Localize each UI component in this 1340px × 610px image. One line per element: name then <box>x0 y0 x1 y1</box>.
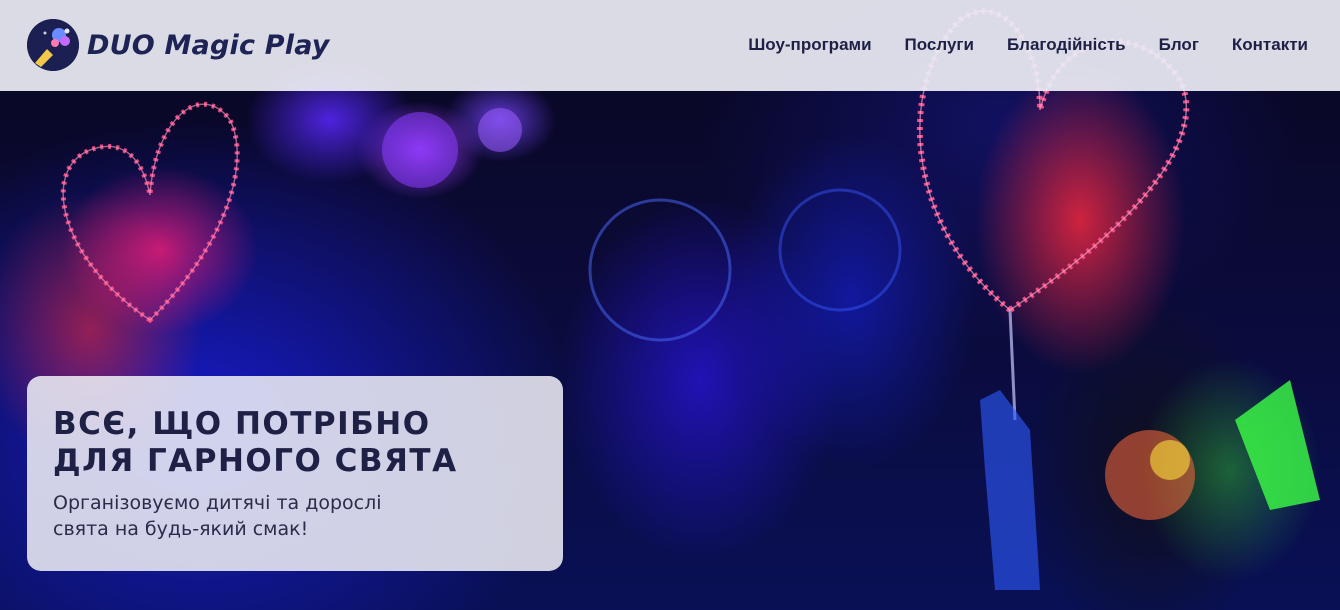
nav-item-services[interactable]: Послуги <box>905 35 974 55</box>
hero-card: ВСЄ, ЩО ПОТРІБНО ДЛЯ ГАРНОГО СВЯТА Орган… <box>27 376 563 571</box>
site-header: DUO Magic Play Шоу-програми Послуги Благ… <box>0 0 1340 91</box>
main-nav: Шоу-програми Послуги Благодійність Блог … <box>748 35 1308 55</box>
hero-title-line2: ДЛЯ ГАРНОГО СВЯТА <box>53 443 458 479</box>
hero-subtitle: Організовуємо дитячі та дорослі свята на… <box>53 490 473 542</box>
brand-name: DUO Magic Play <box>87 29 330 61</box>
hero-title-line1: ВСЄ, ЩО ПОТРІБНО <box>53 406 431 442</box>
nav-item-contacts[interactable]: Контакти <box>1232 35 1308 55</box>
page: DUO Magic Play Шоу-програми Послуги Благ… <box>0 0 1340 610</box>
magician-hat-wand-icon <box>27 19 79 71</box>
hero-subtitle-line2: свята на будь-який смак! <box>53 518 309 540</box>
nav-item-charity[interactable]: Благодійність <box>1007 35 1126 55</box>
hero-subtitle-line1: Організовуємо дитячі та дорослі <box>53 492 382 514</box>
logo-link[interactable]: DUO Magic Play <box>27 19 330 71</box>
hero-title: ВСЄ, ЩО ПОТРІБНО ДЛЯ ГАРНОГО СВЯТА <box>53 406 537 480</box>
nav-item-shows[interactable]: Шоу-програми <box>748 35 871 55</box>
nav-item-blog[interactable]: Блог <box>1159 35 1199 55</box>
